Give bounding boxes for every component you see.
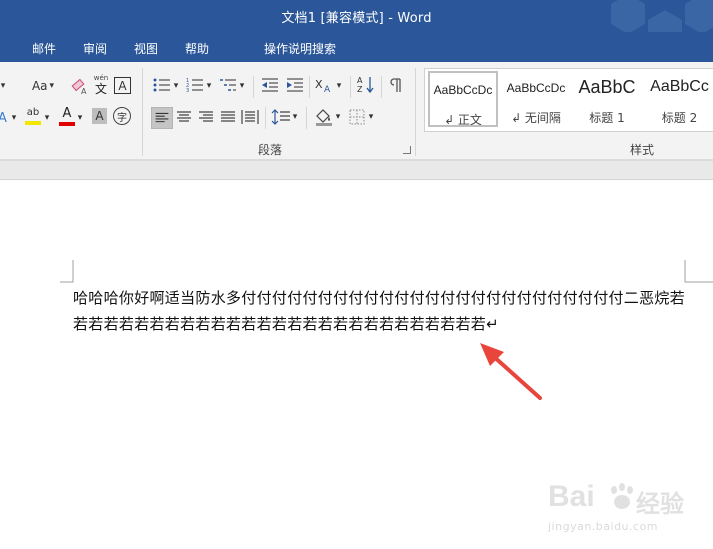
borders-dropdown[interactable]: ▾ — [367, 107, 375, 127]
svg-text:A: A — [357, 76, 363, 85]
phonetic-char: 文 — [94, 82, 107, 96]
highlight-label: ab — [26, 107, 40, 118]
shading-dropdown[interactable]: ▾ — [334, 107, 342, 127]
watermark-brand-tail: 经验 — [636, 490, 684, 518]
numbering-dropdown[interactable]: ▾ — [205, 76, 213, 96]
clear-formatting-icon[interactable]: A — [70, 78, 90, 96]
increase-indent-icon[interactable] — [286, 77, 304, 93]
style-no-spacing-name: ↲ 无间隔 — [511, 111, 561, 125]
styles-gallery: AaBbCcDc ↲ 正文 AaBbCcDc ↲ 无间隔 AaBbC 标题 1 … — [424, 68, 713, 132]
style-heading-1[interactable]: AaBbC 标题 1 — [573, 71, 641, 127]
button-separator — [306, 107, 307, 129]
button-separator — [381, 76, 382, 98]
svg-text:3: 3 — [186, 88, 189, 93]
annotation-arrow-icon — [480, 343, 542, 400]
svg-text:Z: Z — [357, 85, 363, 94]
numbering-icon[interactable]: 1 2 3 — [186, 77, 204, 93]
highlight-dropdown[interactable]: ▾ — [43, 108, 51, 128]
shading-icon[interactable] — [314, 107, 334, 127]
ruler-strip — [0, 161, 713, 180]
style-normal[interactable]: AaBbCcDc ↲ 正文 — [428, 71, 498, 127]
watermark-url: jingyan.baidu.com — [548, 520, 659, 533]
change-case-label: Aa — [31, 79, 48, 93]
character-border-label: A — [118, 78, 127, 93]
style-heading-1-name: 标题 1 — [589, 111, 625, 125]
menu-item-view[interactable]: 视图 — [134, 40, 158, 57]
chinese-layout-icon[interactable]: X A — [315, 76, 335, 94]
style-heading-2-preview: AaBbCc — [650, 78, 709, 95]
style-heading-1-preview: AaBbC — [578, 77, 636, 97]
style-heading-2[interactable]: AaBbCc 标题 2 — [645, 71, 713, 127]
watermark-brand: Bai — [548, 480, 595, 513]
align-center-icon[interactable] — [176, 110, 192, 124]
font-size-dropdown[interactable]: ▾ — [0, 76, 8, 96]
highlight-color-bar — [25, 121, 41, 125]
phonetic-guide-button[interactable]: wén 文 — [92, 74, 110, 98]
button-separator — [265, 107, 266, 129]
character-border-button[interactable]: A — [114, 77, 131, 94]
svg-text:X: X — [315, 78, 323, 91]
text-effects-dropdown[interactable]: ▾ — [10, 108, 18, 128]
line-spacing-icon[interactable] — [271, 108, 291, 126]
font-color-button[interactable]: A — [58, 106, 76, 128]
decrease-indent-icon[interactable] — [261, 77, 279, 93]
style-normal-name: ↲ 正文 — [444, 113, 482, 127]
window-title: 文档1 [兼容模式] - Word — [281, 11, 432, 26]
phonetic-label: wén — [93, 74, 109, 82]
multilevel-list-icon[interactable] — [219, 77, 237, 93]
font-color-label: A — [62, 106, 72, 121]
menu-item-mailings[interactable]: 邮件 — [32, 40, 56, 57]
change-case-button[interactable]: Aa ▾ — [26, 76, 60, 96]
font-color-dropdown[interactable]: ▾ — [76, 108, 84, 128]
character-shading-label: A — [95, 109, 104, 123]
document-text-line-1[interactable]: 哈哈哈你好啊适当防水多付付付付付付付付付付付付付付付付付付付付付付付付付二恶烷若 — [73, 287, 685, 308]
chinese-layout-dropdown[interactable]: ▾ — [335, 76, 343, 96]
show-formatting-marks-icon[interactable] — [389, 76, 403, 94]
menu-item-review[interactable]: 审阅 — [83, 40, 107, 57]
button-separator — [350, 76, 351, 98]
multilevel-list-dropdown[interactable]: ▾ — [238, 76, 246, 96]
menu-bar: 邮件 审阅 视图 帮助 操作说明搜索 — [0, 32, 713, 88]
sort-icon[interactable]: A Z — [357, 75, 375, 95]
menu-item-help[interactable]: 帮助 — [185, 40, 209, 57]
svg-text:A: A — [81, 87, 87, 96]
style-no-spacing-preview: AaBbCcDc — [506, 81, 566, 95]
justify-icon[interactable] — [220, 110, 236, 124]
group-separator — [415, 68, 416, 156]
align-right-icon[interactable] — [198, 110, 214, 124]
title-bar: 文档1 [兼容模式] - Word — [0, 0, 713, 32]
bullets-dropdown[interactable]: ▾ — [172, 76, 180, 96]
character-shading-button[interactable]: A — [92, 108, 107, 124]
style-normal-preview: AaBbCcDc — [433, 83, 493, 97]
align-left-icon[interactable] — [151, 107, 173, 129]
styles-group-label: 样式 — [630, 143, 655, 157]
tell-me-search[interactable]: 操作说明搜索 — [264, 40, 336, 57]
style-heading-2-name: 标题 2 — [661, 111, 698, 125]
line-spacing-dropdown[interactable]: ▾ — [291, 107, 299, 127]
group-separator — [142, 68, 143, 156]
enclose-characters-label: 字 — [117, 112, 127, 124]
paw-icon — [611, 483, 633, 509]
button-separator — [309, 76, 310, 98]
distributed-icon[interactable] — [241, 109, 259, 125]
document-text-line-2[interactable]: 若若若若若若若若若若若若若若若若若若若若若若若若若若若↵ — [73, 313, 499, 334]
borders-icon[interactable] — [349, 109, 365, 125]
button-separator — [253, 76, 254, 98]
paragraph-dialog-launcher-icon[interactable] — [403, 146, 411, 154]
bullets-icon[interactable] — [153, 77, 171, 93]
margin-corner-top-right — [684, 260, 713, 283]
svg-text:A: A — [324, 85, 331, 94]
paragraph-group-label: 段落 — [258, 143, 283, 157]
baidu-watermark: Bai 经验 jingyan.baidu.com — [548, 476, 708, 546]
enclose-characters-button[interactable]: 字 — [113, 107, 131, 125]
highlight-button[interactable]: ab — [23, 106, 43, 128]
style-no-spacing[interactable]: AaBbCcDc ↲ 无间隔 — [502, 71, 570, 127]
margin-corner-top-left — [60, 260, 74, 283]
font-color-bar — [59, 122, 75, 126]
svg-text:A: A — [0, 111, 7, 126]
